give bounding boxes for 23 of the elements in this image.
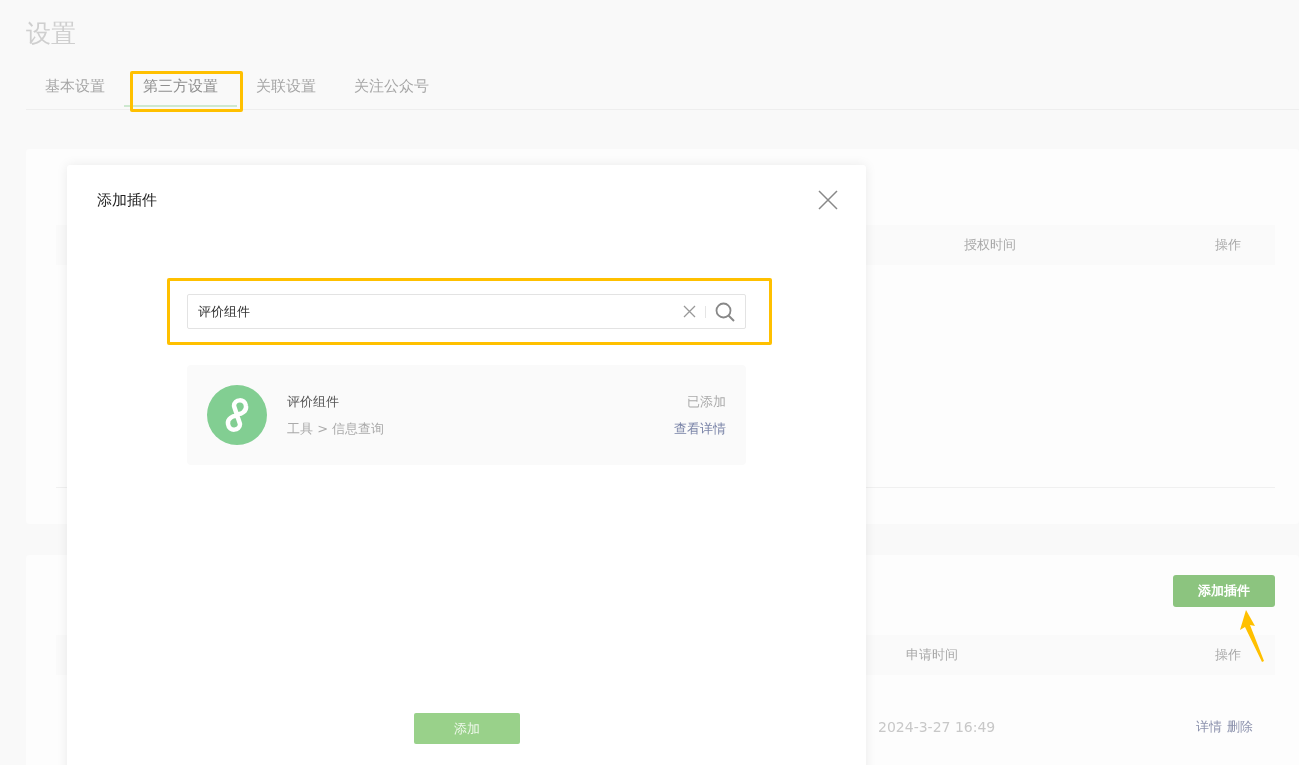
add-plugin-button[interactable]: 添加插件 — [1173, 575, 1275, 607]
settings-tab[interactable]: 基本设置 — [26, 66, 124, 107]
settings-tab[interactable]: 关联设置 — [237, 66, 335, 107]
column-header: 操作 — [1215, 236, 1241, 254]
clear-icon[interactable] — [683, 305, 696, 318]
column-header: 授权时间 — [964, 236, 1017, 254]
mini-program-icon — [207, 385, 267, 445]
add-button[interactable]: 添加 — [413, 713, 520, 744]
details-link[interactable]: 查看详情 — [674, 419, 726, 438]
column-header: 操作 — [1215, 646, 1241, 664]
search-field[interactable]: 评价组件 — [187, 294, 746, 329]
action-link[interactable]: 详情 — [1196, 718, 1222, 736]
column-header: 申请时间 — [906, 646, 959, 664]
search-input[interactable]: 评价组件 — [198, 304, 683, 319]
added-status: 已添加 — [687, 392, 726, 411]
search-icon[interactable] — [715, 301, 735, 322]
action-link[interactable]: 删除 — [1227, 718, 1253, 736]
dialog-title: 添加插件 — [97, 190, 157, 210]
plugin-name: 评价组件 — [287, 392, 340, 411]
close-icon[interactable] — [818, 190, 838, 210]
settings-tab[interactable]: 第三方设置 — [124, 66, 237, 107]
settings-tab[interactable]: 关注公众号 — [335, 66, 448, 107]
plugin-category: 工具 > 信息查询 — [287, 419, 386, 438]
